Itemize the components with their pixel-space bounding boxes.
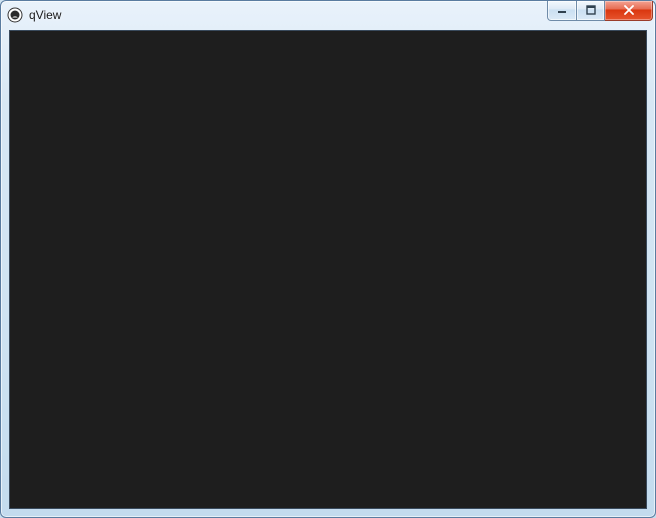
maximize-button[interactable] <box>577 1 605 21</box>
image-viewport[interactable] <box>9 30 647 509</box>
close-button[interactable] <box>605 1 653 21</box>
window-title: qView <box>29 1 547 29</box>
minimize-button[interactable] <box>547 1 577 21</box>
close-icon <box>623 5 635 15</box>
titlebar[interactable]: qView <box>1 1 655 29</box>
window-controls <box>547 1 653 29</box>
desktop-background: qView <box>0 0 656 518</box>
maximize-icon <box>586 5 596 15</box>
qview-app-icon <box>7 7 23 23</box>
minimize-icon <box>557 5 567 15</box>
app-window: qView <box>0 0 656 518</box>
